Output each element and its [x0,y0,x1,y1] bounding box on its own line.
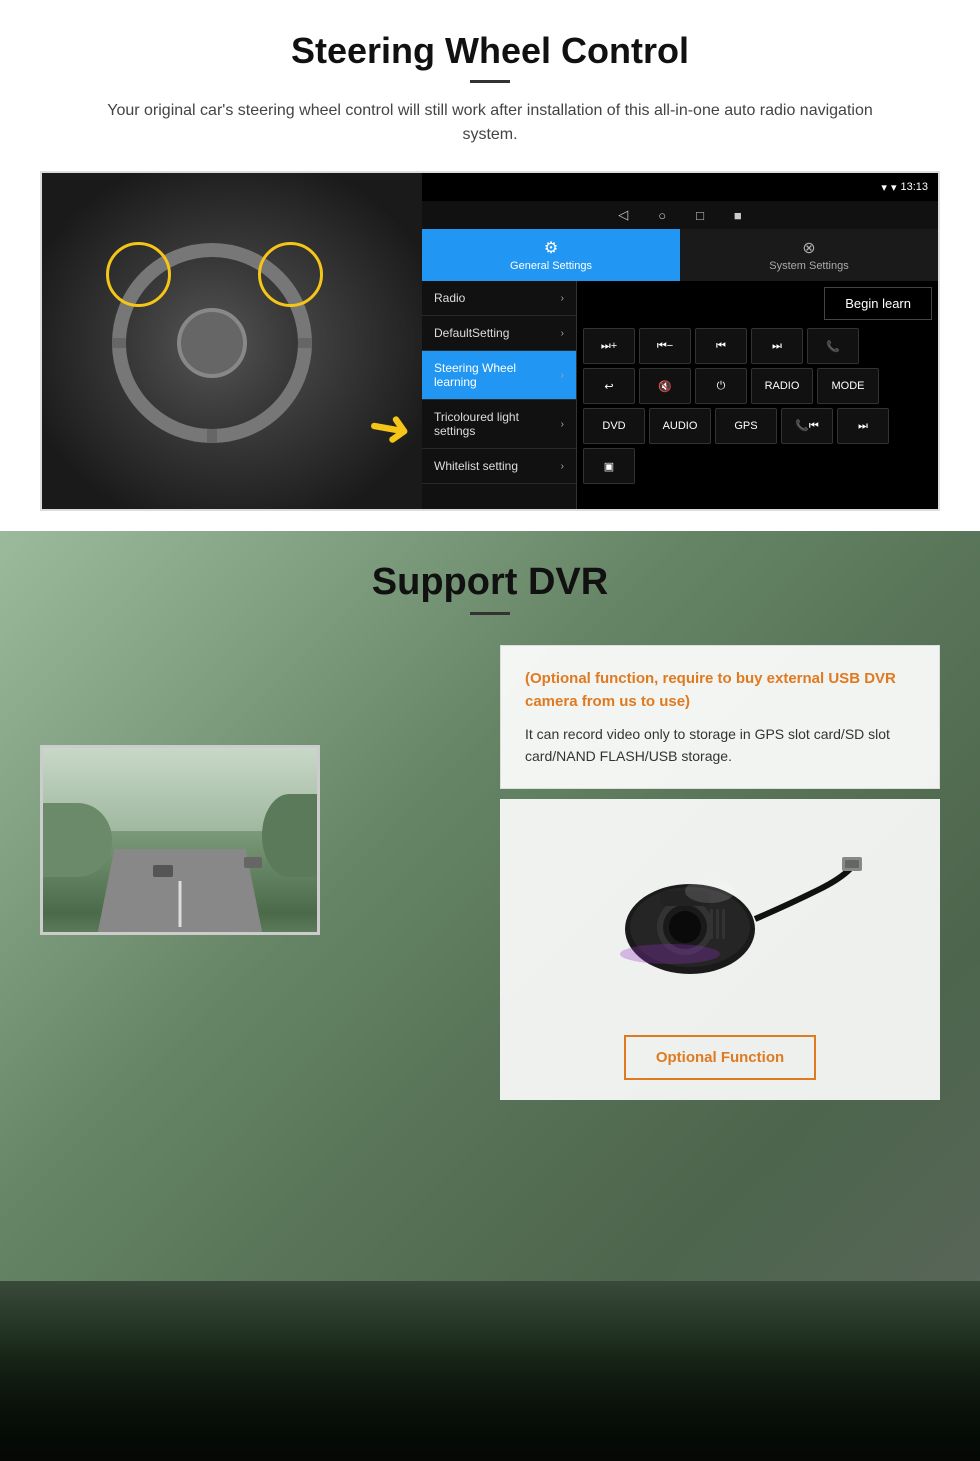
dvr-divider [470,612,510,615]
call-next-btn[interactable]: ⏭ [837,408,889,444]
menu-tricoloured-label: Tricoloured light settings [434,410,561,438]
dvr-thumb-inner [43,748,317,932]
dvd-btn[interactable]: DVD [583,408,645,444]
steering-title: Steering Wheel Control [40,30,940,72]
gps-btn[interactable]: GPS [715,408,777,444]
dvr-title: Support DVR [40,561,940,604]
chevron-icon-5: › [561,461,564,472]
android-statusbar: ▾ ▾ 13:13 [422,173,938,201]
mute-btn[interactable]: 🔇 [639,368,691,404]
media-btn[interactable]: ▣ [583,448,635,484]
chevron-icon-4: › [561,419,564,430]
dvr-section: Support DVR [0,531,980,1281]
optional-function-row: Optional Function [500,1019,940,1100]
controls-row-1: ⏭+ ⏮− ⏮ ⏭ 📞 [583,328,932,364]
dvr-content: Support DVR [0,531,980,1100]
vol-up-btn[interactable]: ⏭+ [583,328,635,364]
tab-system-settings[interactable]: ⊗ System Settings [680,229,938,281]
menu-whitelist[interactable]: Whitelist setting › [422,449,576,484]
chevron-icon: › [561,293,564,304]
dvr-camera-image [570,819,870,999]
nav-home[interactable]: ○ [658,208,666,223]
tab-general-label: General Settings [510,260,592,272]
bottom-gradient [0,1341,980,1461]
dvr-lower: (Optional function, require to buy exter… [40,645,940,1100]
prev-btn[interactable]: ⏮ [695,328,747,364]
call-btn[interactable]: 📞 [807,328,859,364]
nav-recent[interactable]: □ [696,208,704,223]
menu-radio-label: Radio [434,291,465,305]
steering-subtitle: Your original car's steering wheel contr… [80,99,900,147]
android-panel: ▾ ▾ 13:13 ◁ ○ □ ■ ⚙ General Settings ⊗ [422,173,938,509]
radio-btn[interactable]: RADIO [751,368,813,404]
controls-row-3: DVD AUDIO GPS 📞⏮ ⏭ [583,408,932,444]
menu-steering-label: Steering Wheel learning [434,361,561,389]
next-btn[interactable]: ⏭ [751,328,803,364]
controls-row-2: ↩ 🔇 ⏻ RADIO MODE [583,368,932,404]
menu-defaultsetting[interactable]: DefaultSetting › [422,316,576,351]
optional-function-button[interactable]: Optional Function [624,1035,816,1080]
android-nav: ◁ ○ □ ■ [422,201,938,229]
statusbar-icons: ▾ ▾ 13:13 [881,181,928,194]
vol-down-btn[interactable]: ⏮− [639,328,691,364]
dvr-left [40,645,470,965]
android-tabs: ⚙ General Settings ⊗ System Settings [422,229,938,281]
dvr-optional-text: (Optional function, require to buy exter… [525,668,915,713]
signal-icon: ▾ [891,181,897,194]
dvr-thumbnail [40,745,320,935]
menu-tricoloured[interactable]: Tricoloured light settings › [422,400,576,449]
controls-row-4: ▣ [583,448,932,484]
audio-btn[interactable]: AUDIO [649,408,711,444]
steering-section: Steering Wheel Control Your original car… [0,0,980,531]
time-display: 13:13 [900,181,928,193]
settings-menu: Radio › DefaultSetting › Steering Wheel … [422,281,577,509]
begin-learn-row: Begin learn [583,287,932,320]
nav-menu[interactable]: ■ [734,208,742,223]
dvr-description: It can record video only to storage in G… [525,723,915,768]
menu-whitelist-label: Whitelist setting [434,459,518,473]
call-prev-btn[interactable]: 📞⏮ [781,408,833,444]
begin-learn-button[interactable]: Begin learn [824,287,932,320]
dvr-camera-area [500,799,940,1019]
menu-steering-learning[interactable]: Steering Wheel learning › [422,351,576,400]
dvr-info-card: (Optional function, require to buy exter… [500,645,940,789]
android-body: Radio › DefaultSetting › Steering Wheel … [422,281,938,509]
steering-controls-panel: Begin learn ⏭+ ⏮− ⏮ ⏭ 📞 ↩ [577,281,938,509]
nav-back[interactable]: ◁ [618,207,628,223]
menu-radio[interactable]: Radio › [422,281,576,316]
menu-default-label: DefaultSetting [434,326,509,340]
steering-photo: ➜ [42,173,422,511]
mode-btn[interactable]: MODE [817,368,879,404]
dvr-right: (Optional function, require to buy exter… [500,645,940,1100]
tab-general-settings[interactable]: ⚙ General Settings [422,229,680,281]
gear-icon: ⚙ [544,238,558,258]
chevron-icon-2: › [561,328,564,339]
controls-grid: ⏭+ ⏮− ⏮ ⏭ 📞 ↩ 🔇 ⏻ RADIO MODE [583,328,932,484]
wifi-icon: ▾ [881,181,887,194]
power-btn[interactable]: ⏻ [695,368,747,404]
chevron-icon-3: › [561,370,564,381]
title-divider [470,80,510,83]
bottom-car-interior [0,1281,980,1461]
tab-system-label: System Settings [769,260,848,272]
hangup-btn[interactable]: ↩ [583,368,635,404]
steering-demo: ➜ ▾ ▾ 13:13 ◁ ○ □ ■ ⚙ [40,171,940,511]
system-icon: ⊗ [802,238,815,258]
